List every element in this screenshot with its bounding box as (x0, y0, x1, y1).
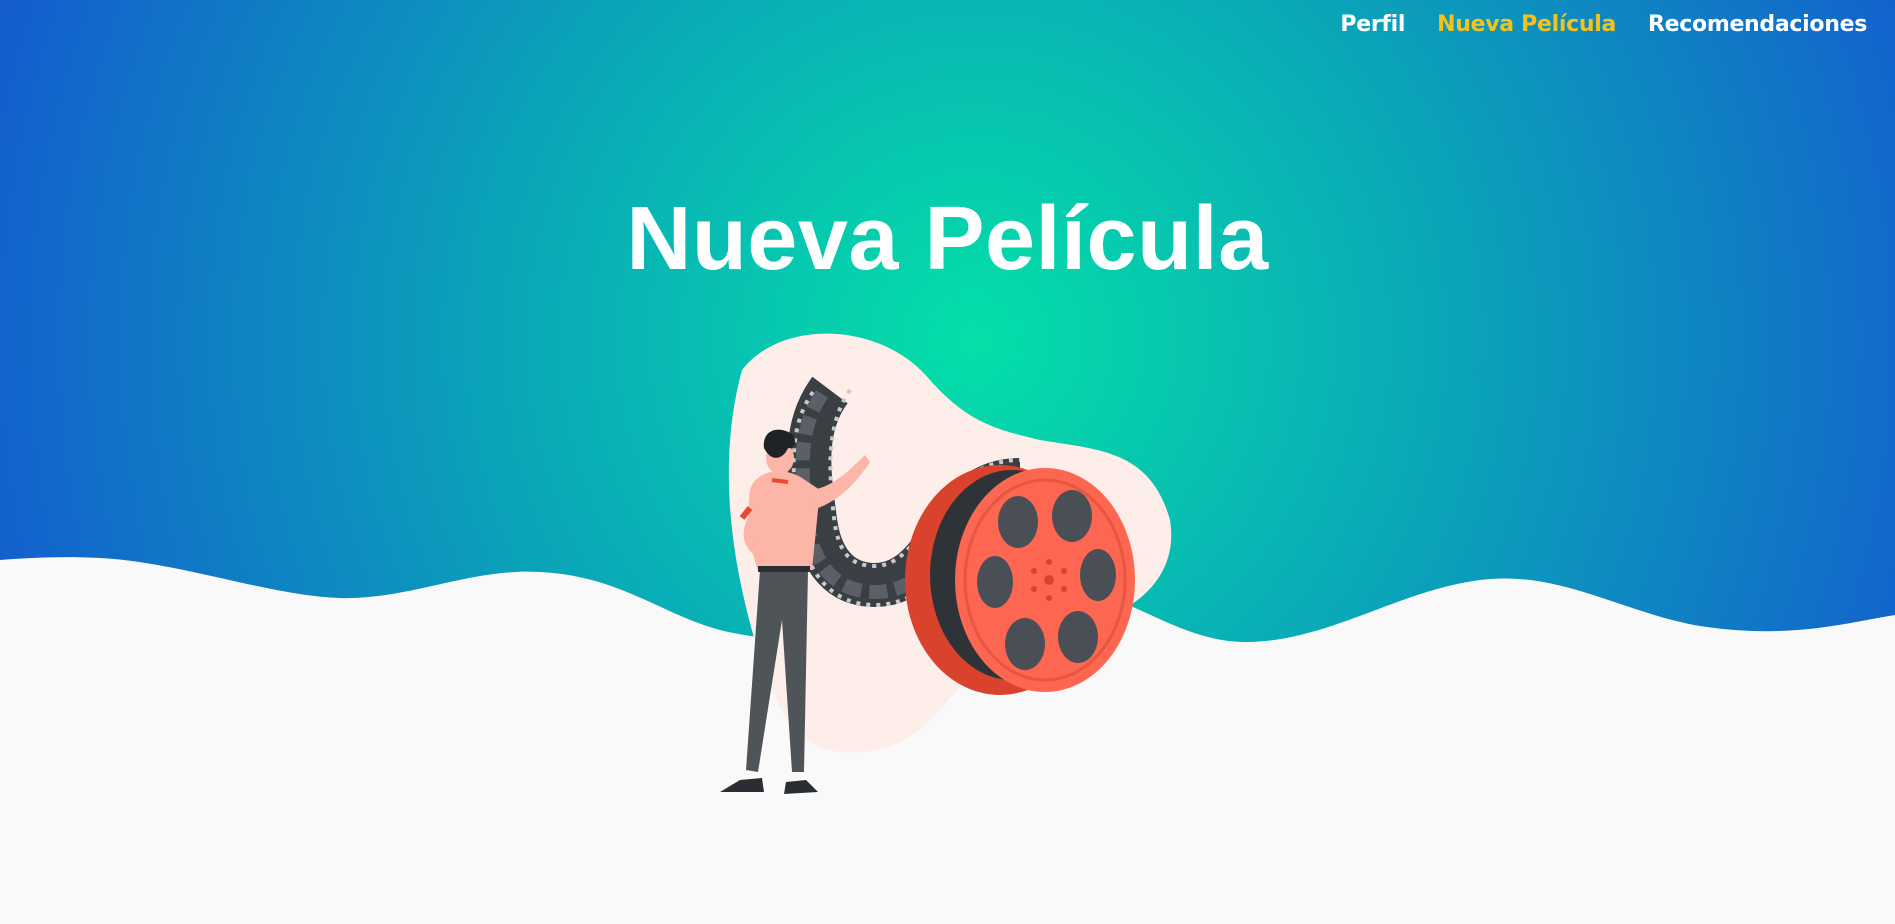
page-title: Nueva Película (626, 189, 1269, 289)
film-reel-illustration-icon (720, 333, 1172, 794)
nav-item-recomendaciones[interactable]: Recomendaciones (1648, 12, 1867, 37)
top-navigation: Perfil Nueva Película Recomendaciones (1340, 12, 1867, 37)
nav-item-perfil[interactable]: Perfil (1340, 12, 1405, 37)
hero-section: Perfil Nueva Película Recomendaciones Nu… (0, 0, 1895, 924)
nav-item-nueva-pelicula[interactable]: Nueva Película (1437, 12, 1616, 37)
